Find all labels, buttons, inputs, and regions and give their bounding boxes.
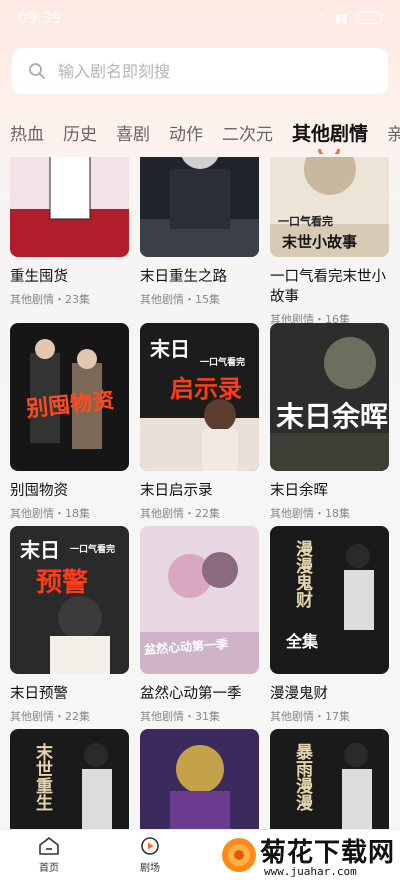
tab-hot-blood[interactable]: 热血 (10, 120, 44, 145)
cover-title-text: 末日余晖 (276, 400, 389, 433)
cover-top-text: 末日 (20, 538, 60, 562)
drama-cover (10, 157, 129, 257)
cover-title-text: 末世小故事 (282, 233, 358, 251)
drama-meta: 其他剧情・17集 (270, 710, 350, 723)
theater-icon (141, 837, 159, 855)
tab-family[interactable]: 亲情 (387, 120, 400, 145)
drama-card[interactable]: 漫漫鬼财 全集 漫漫鬼财 其他剧情・17集 (270, 526, 389, 724)
drama-card[interactable] (140, 729, 259, 829)
drama-cover: 盆然心动第一季 (140, 526, 259, 674)
drama-title: 一口气看完末世小故事 (270, 269, 386, 305)
tab-action[interactable]: 动作 (169, 120, 203, 145)
nav-home[interactable]: 首页 (19, 836, 79, 874)
cover-illustration (140, 729, 259, 829)
drama-card[interactable]: 别囤物资 别囤物资 其他剧情・18集 (10, 323, 129, 521)
cover-illustration (140, 157, 259, 257)
cover-subtitle: 一口气看完 (278, 215, 333, 228)
drama-meta: 其他剧情・23集 (10, 293, 90, 306)
watermark: 菊花下载网 www.juahar.com (218, 830, 400, 882)
drama-cover: 一口气看完 末世小故事 (270, 157, 389, 257)
tab-other-plot-label: 其他剧情 (292, 122, 369, 145)
tab-history[interactable]: 历史 (63, 120, 97, 145)
drama-cover: 漫漫鬼财 全集 (270, 526, 389, 674)
search-input[interactable] (58, 61, 358, 81)
category-tabs: 热血 历史 喜剧 动作 二次元 其他剧情 亲情 (0, 110, 400, 154)
cover-title-text: 启示录 (170, 375, 242, 403)
status-bar: 09:39 ◠ ▮▮ (0, 0, 400, 36)
wifi-icon: ◠ (316, 11, 327, 25)
drama-cover: 别囤物资 (10, 323, 129, 471)
drama-cover: 末日 一口气看完 预警 (10, 526, 129, 674)
cover-subtitle: 全集 (286, 632, 319, 651)
watermark-title: 菊花下载网 (260, 838, 396, 868)
drama-cover (140, 729, 259, 829)
search-icon (29, 63, 45, 79)
tab-other-plot[interactable]: 其他剧情 (292, 119, 369, 154)
drama-title: 盆然心动第一季 (140, 686, 242, 702)
drama-card[interactable]: 重生囤货 其他剧情・23集 (10, 157, 129, 307)
nav-theater[interactable]: 剧场 (120, 836, 180, 874)
cover-title-text: 末世重生 (32, 743, 52, 811)
nav-theater-label: 剧场 (140, 863, 160, 874)
drama-meta: 其他剧情・22集 (140, 507, 220, 520)
drama-card[interactable]: 末世重生 (10, 729, 129, 829)
drama-card[interactable]: 盆然心动第一季 盆然心动第一季 其他剧情・31集 (140, 526, 259, 724)
cover-title-text: 预警 (36, 568, 89, 598)
cover-title-text: 漫漫鬼财 (292, 540, 312, 608)
signal-icon: ▮▮ (334, 11, 348, 25)
cover-illustration (270, 729, 389, 829)
drama-grid: 重生囤货 其他剧情・23集 末日重生之路 其他剧情・15集 一口气看完 末世小故… (0, 157, 400, 829)
nav-home-label: 首页 (39, 863, 59, 874)
flower-logo-icon (222, 838, 256, 872)
cover-illustration (10, 729, 129, 829)
drama-title: 末日重生之路 (140, 269, 227, 285)
search-bar[interactable] (12, 48, 388, 94)
tab-anime[interactable]: 二次元 (222, 120, 273, 145)
tab-comedy[interactable]: 喜剧 (116, 120, 150, 145)
drama-title: 别囤物资 (10, 483, 68, 499)
watermark-url: www.juahar.com (264, 865, 357, 878)
cover-illustration (10, 157, 129, 257)
active-tab-indicator (318, 148, 340, 154)
drama-card[interactable]: 暴雨漫漫 (270, 729, 389, 829)
drama-title: 末日预警 (10, 686, 68, 702)
drama-meta: 其他剧情・18集 (10, 507, 90, 520)
drama-title: 漫漫鬼财 (270, 686, 328, 702)
drama-card[interactable]: 末日 一口气看完 预警 末日预警 其他剧情・22集 (10, 526, 129, 724)
drama-card[interactable]: 末日 一口气看完 启示录 末日启示录 其他剧情・22集 (140, 323, 259, 521)
drama-meta: 其他剧情・15集 (140, 293, 220, 306)
drama-meta: 其他剧情・31集 (140, 710, 220, 723)
drama-card[interactable]: 末日重生之路 其他剧情・15集 (140, 157, 259, 307)
drama-cover: 末日余晖 (270, 323, 389, 471)
cover-subtitle: 一口气看完 (200, 358, 246, 368)
drama-cover: 末日 一口气看完 启示录 (140, 323, 259, 471)
battery-icon (356, 12, 382, 24)
drama-cover: 暴雨漫漫 (270, 729, 389, 829)
status-time: 09:39 (18, 9, 62, 27)
drama-meta: 其他剧情・18集 (270, 507, 350, 520)
drama-cover (140, 157, 259, 257)
drama-title: 末日启示录 (140, 483, 213, 499)
drama-meta: 其他剧情・22集 (10, 710, 90, 723)
status-icons: ◠ ▮▮ (316, 11, 382, 25)
cover-title-text: 暴雨漫漫 (292, 743, 312, 811)
home-icon (39, 837, 59, 855)
drama-card[interactable]: 末日余晖 末日余晖 其他剧情・18集 (270, 323, 389, 521)
cover-top-text: 末日 (150, 337, 190, 361)
drama-title: 末日余晖 (270, 483, 328, 499)
drama-card[interactable]: 一口气看完 末世小故事 一口气看完末世小故事 其他剧情・16集 (270, 157, 389, 327)
cover-subtitle: 一口气看完 (70, 545, 116, 555)
drama-title: 重生囤货 (10, 269, 68, 285)
drama-cover: 末世重生 (10, 729, 129, 829)
